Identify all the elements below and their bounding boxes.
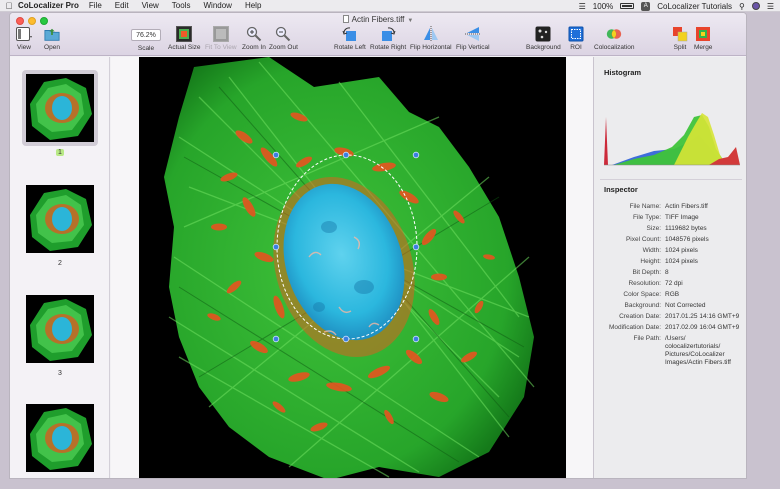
rotate-left-icon [342,26,358,42]
inspector-panel: Histogram Inspector File Name: Actin Fibe… [593,57,746,478]
toolbar: Actin Fibers.tiff ▼ View Open 76.2% Scale… [10,13,746,56]
info-row: File Type: TIFF Image [632,214,699,221]
rotate-right-button[interactable]: Rotate Right [370,26,406,51]
flip-vertical-button[interactable]: Flip Vertical [456,26,490,51]
background-button[interactable]: Background [526,26,561,51]
view-icon [16,26,32,42]
menu-help[interactable]: Help [245,1,261,10]
zoom-in-icon [246,26,262,42]
info-row-file-path: File Path: /Users/ colocalizertutorials/… [598,333,746,367]
split-button[interactable]: Split [672,26,688,51]
menu-view[interactable]: View [142,1,159,10]
thumbnail-item[interactable] [22,70,98,146]
app-window: Actin Fibers.tiff ▼ View Open 76.2% Scale… [9,12,747,479]
spotlight-icon[interactable]: ⚲ [739,2,745,11]
info-row: Bit Depth: 8 [632,269,669,276]
actual-size-button[interactable]: Actual Size [168,26,201,51]
inspector-title: Inspector [604,185,638,194]
input-source-icon[interactable]: A [641,1,651,11]
info-row: File Name: Actin Fibers.tiff [629,203,708,210]
colocalization-icon [606,26,622,42]
roi-icon [568,26,584,42]
info-row: Resolution: 72 dpi [628,280,683,287]
fit-to-view-icon [212,26,229,42]
info-row: Width: 1024 pixels [642,247,698,254]
background-icon [535,26,551,42]
colocalization-button[interactable]: Colocalization [594,26,634,51]
flip-vertical-icon [464,26,481,42]
file-path-line: colocalizertutorials/ [665,343,721,350]
wifi-icon[interactable]: ☰ [579,2,586,11]
thumbnail-image [26,74,94,142]
roi-button[interactable]: ROI [568,26,584,51]
thumbnail-item[interactable] [22,181,98,257]
thumbnail-label: 2 [58,260,62,267]
thumbnail-label: 1 [56,149,64,156]
file-path-line: Images/Actin Fibers.tiff [665,359,731,366]
menu-tools[interactable]: Tools [172,1,191,10]
info-row: Height: 1024 pixels [640,258,698,265]
file-path-line: Pictures/CoLocalizer [665,351,725,358]
open-button[interactable]: Open [44,26,60,51]
actual-size-icon [176,26,193,42]
scale-control: 76.2% Scale [131,27,161,52]
battery-icon[interactable] [620,3,635,9]
info-row: Pixel Count: 1048576 pixels [625,236,709,243]
histogram-title: Histogram [604,68,642,77]
document-icon [342,15,349,23]
thumbnail-image [26,295,94,363]
merge-icon [695,26,711,42]
file-path-line: /Users/ [665,335,686,342]
flip-horizontal-button[interactable]: Flip Horizontal [410,26,452,51]
system-menubar:  CoLocalizer Pro File Edit View Tools W… [0,0,780,12]
flip-horizontal-icon [423,26,439,42]
thumbnail-label: 3 [58,370,62,377]
menu-file[interactable]: File [89,1,102,10]
zoom-in-button[interactable]: Zoom In [242,26,266,51]
zoom-out-button[interactable]: Zoom Out [269,26,298,51]
menu-window[interactable]: Window [203,1,231,10]
info-row: Color Space: RGB [623,291,680,298]
apple-menu-icon[interactable]:  [0,1,18,11]
thumbnail-item[interactable] [22,400,98,476]
user-menu[interactable]: CoLocalizer Tutorials [657,2,732,11]
info-row: Modification Date: 2017.02.09 16:04 GMT+9 [608,324,740,331]
thumbnail-sidebar: 1 2 3 [10,57,110,478]
info-row: Size: 1119682 bytes [646,225,707,232]
info-row: Creation Date: 2017.01.25 14:16 GMT+9 [619,313,740,320]
histogram-chart [604,87,740,167]
thumbnail-image [26,404,94,472]
view-button[interactable]: View [16,26,32,51]
app-menu[interactable]: CoLocalizer Pro [18,1,79,10]
document-title[interactable]: Actin Fibers.tiff ▼ [10,15,746,24]
split-icon [672,26,688,42]
rotate-left-button[interactable]: Rotate Left [334,26,366,51]
scale-field[interactable]: 76.2% [131,29,161,41]
thumbnail-image [26,185,94,253]
menu-edit[interactable]: Edit [115,1,129,10]
open-folder-icon [44,26,60,42]
battery-percent[interactable]: 100% [593,2,613,11]
info-row: Background: Not Corrected [624,302,706,309]
panel-divider [600,179,742,180]
notification-center-icon[interactable]: ☰ [767,2,774,11]
microscopy-image[interactable] [139,57,566,478]
fit-to-view-button[interactable]: Fit To View [205,26,237,51]
siri-icon[interactable] [751,2,760,10]
image-canvas [111,57,593,478]
zoom-out-icon [275,26,291,42]
chevron-down-icon: ▼ [407,18,414,24]
rotate-right-icon [380,26,396,42]
merge-button[interactable]: Merge [694,26,712,51]
thumbnail-item[interactable] [22,291,98,367]
inspector-info: File Name: Actin Fibers.tiff File Type: TI… [598,201,746,367]
